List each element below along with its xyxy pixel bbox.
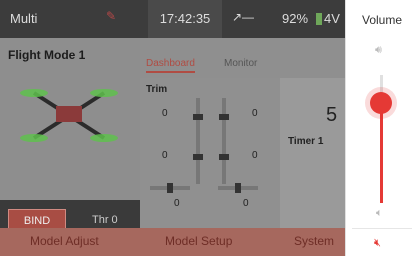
throttle-value: Thr 0 <box>92 214 118 226</box>
drone-image <box>20 89 118 142</box>
volume-panel: Volume 🔊︎ 🔈︎ 🔇︎ <box>345 0 417 256</box>
mute-icon[interactable]: 🔇︎ <box>374 237 381 250</box>
trim-knob[interactable] <box>219 114 229 120</box>
nav-model-adjust[interactable]: Model Adjust <box>30 234 99 248</box>
trim-knob[interactable] <box>235 183 241 193</box>
divider <box>352 228 412 229</box>
profile-name: Multi <box>10 11 38 26</box>
flight-mode-label: Flight Mode 1 <box>8 48 86 62</box>
trim-knob[interactable] <box>219 154 229 160</box>
bottom-nav: Model Adjust Model Setup System <box>0 228 345 256</box>
trim-slider[interactable] <box>222 138 226 184</box>
trim-value: 0 <box>243 198 249 209</box>
tab-dashboard[interactable]: Dashboard <box>146 58 195 73</box>
battery-voltage: 4V <box>324 11 340 26</box>
trim-slider[interactable] <box>196 138 200 184</box>
trim-value: 0 <box>252 108 258 119</box>
clock: 17:42:35 <box>148 0 222 38</box>
timer-label: Timer 1 <box>288 136 324 147</box>
trim-title: Trim <box>146 84 168 95</box>
trim-knob[interactable] <box>167 183 173 193</box>
nav-model-setup[interactable]: Model Setup <box>165 234 232 248</box>
volume-thumb[interactable] <box>370 92 392 115</box>
nav-system[interactable]: System <box>294 234 334 248</box>
timer-value: 5 <box>326 104 338 126</box>
trim-value: 0 <box>162 108 168 119</box>
trim-value: 0 <box>162 150 168 161</box>
edit-icon[interactable]: ✎ <box>106 9 116 23</box>
tab-monitor[interactable]: Monitor <box>224 58 257 69</box>
screen: Multi ✎ 17:42:35 ↗— 92% 4V Flight Mode 1… <box>0 0 417 256</box>
status-bar: Multi ✎ 17:42:35 ↗— 92% 4V <box>0 0 345 38</box>
trim-panel: Trim 0 0 0 0 0 0 <box>140 78 280 228</box>
battery-percent: 92% <box>282 11 309 26</box>
volume-fill <box>380 103 383 203</box>
timer-panel: 5 Timer 1 <box>280 78 345 228</box>
trim-knob[interactable] <box>193 114 203 120</box>
trim-knob[interactable] <box>193 154 203 160</box>
battery-icon <box>316 13 322 25</box>
trim-value: 0 <box>174 198 180 209</box>
tab-bar: Dashboard Monitor <box>140 38 345 78</box>
volume-title: Volume <box>361 13 403 27</box>
model-panel: Flight Mode 1 BIND Thr 0 <box>0 38 140 236</box>
volume-up-icon: 🔊︎ <box>375 44 382 56</box>
volume-down-icon: 🔈︎ <box>376 207 383 219</box>
signal-indicator: ↗— <box>232 10 255 24</box>
trim-value: 0 <box>252 150 258 161</box>
